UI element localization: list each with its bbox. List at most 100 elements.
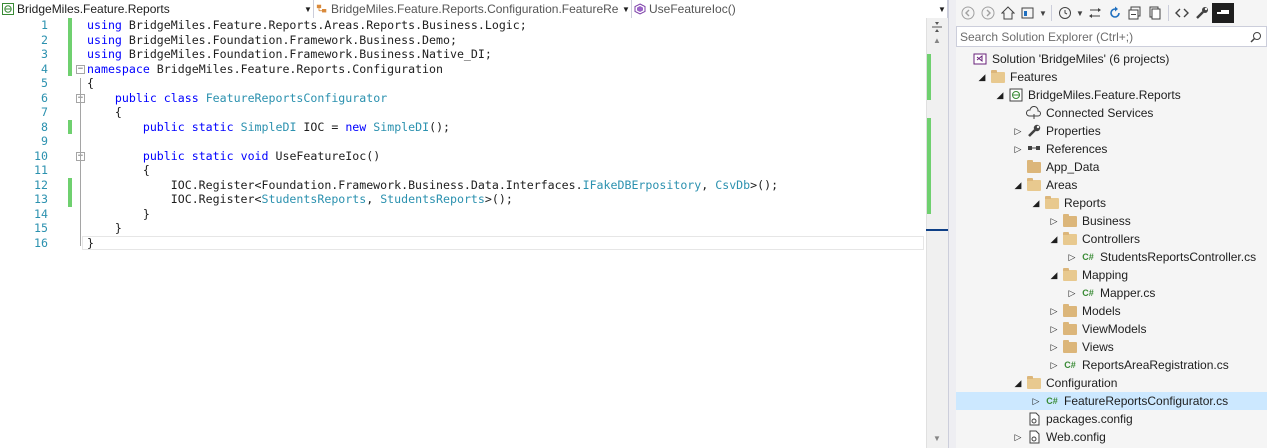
tree-item[interactable]: ▷ Views bbox=[956, 338, 1267, 356]
tree-item[interactable]: ▷ Models bbox=[956, 302, 1267, 320]
tree-item[interactable]: App_Data bbox=[956, 158, 1267, 176]
code-line[interactable]: 7 { bbox=[0, 105, 924, 120]
code-line[interactable]: 11 { bbox=[0, 163, 924, 178]
code-text[interactable]: public static void UseFeatureIoc() bbox=[87, 149, 380, 164]
code-text[interactable]: using BridgeMiles.Foundation.Framework.B… bbox=[87, 33, 457, 48]
tree-item[interactable]: ▷ Web.config bbox=[956, 428, 1267, 446]
code-line[interactable]: 16} bbox=[0, 235, 924, 251]
tree-item[interactable]: Solution 'BridgeMiles' (6 projects) bbox=[956, 50, 1267, 68]
code-line[interactable]: 6− public class FeatureReportsConfigurat… bbox=[0, 91, 924, 106]
search-icon[interactable] bbox=[1248, 29, 1264, 45]
tree-item[interactable]: ◢ Configuration bbox=[956, 374, 1267, 392]
tree-item[interactable]: ◢ Features bbox=[956, 68, 1267, 86]
code-text[interactable]: } bbox=[87, 236, 94, 251]
back-icon[interactable] bbox=[958, 3, 978, 23]
collapse-arrow-icon[interactable]: ◢ bbox=[1012, 176, 1024, 194]
pending-changes-icon[interactable] bbox=[1055, 3, 1075, 23]
code-text[interactable]: IOC.Register<Foundation.Framework.Busine… bbox=[87, 178, 778, 193]
tree-item[interactable]: ▷ C# ReportsAreaRegistration.cs bbox=[956, 356, 1267, 374]
code-line[interactable]: 1 using BridgeMiles.Feature.Reports.Areas… bbox=[0, 18, 924, 33]
expand-arrow-icon[interactable]: ▷ bbox=[1012, 428, 1024, 446]
tree-item[interactable]: ◢ Areas bbox=[956, 176, 1267, 194]
collapse-arrow-icon[interactable]: ◢ bbox=[1048, 230, 1060, 248]
expand-arrow-icon[interactable]: ▷ bbox=[1012, 140, 1024, 158]
code-line[interactable]: 10− public static void UseFeatureIoc() bbox=[0, 149, 924, 164]
solution-explorer-toolbar: ▼ ▼ bbox=[956, 0, 1267, 26]
properties-wrench-icon[interactable] bbox=[1192, 3, 1212, 23]
expand-arrow-icon[interactable]: ▷ bbox=[1030, 392, 1042, 410]
code-text[interactable]: { bbox=[87, 163, 150, 178]
tree-item[interactable]: ◢ Controllers bbox=[956, 230, 1267, 248]
tree-item[interactable]: ▷ C# Mapper.cs bbox=[956, 284, 1267, 302]
code-line[interactable]: 2 using BridgeMiles.Foundation.Framework.… bbox=[0, 32, 924, 48]
expand-arrow-icon[interactable]: ▷ bbox=[1048, 356, 1060, 374]
code-line[interactable]: 12 IOC.Register<Foundation.Framework.Bus… bbox=[0, 177, 924, 193]
split-window-icon[interactable] bbox=[928, 20, 946, 34]
tree-item[interactable]: ▷ Properties bbox=[956, 122, 1267, 140]
code-text[interactable]: } bbox=[87, 207, 150, 222]
code-line[interactable]: 4 − namespace BridgeMiles.Feature.Reports.… bbox=[0, 61, 924, 77]
expand-arrow-icon[interactable]: ▷ bbox=[1048, 212, 1060, 230]
collapse-arrow-icon[interactable]: ◢ bbox=[1048, 266, 1060, 284]
code-text[interactable]: public class FeatureReportsConfigurator bbox=[87, 91, 387, 106]
tree-item[interactable]: ▷ Business bbox=[956, 212, 1267, 230]
code-line[interactable]: 13 IOC.Register<StudentsReports, Student… bbox=[0, 192, 924, 207]
tree-item[interactable]: ◢ BridgeMiles.Feature.Reports bbox=[956, 86, 1267, 104]
code-text[interactable]: public static SimpleDI IOC = new SimpleD… bbox=[87, 120, 450, 135]
scroll-up-icon[interactable]: ▲ bbox=[930, 36, 944, 48]
tree-item[interactable]: Connected Services bbox=[956, 104, 1267, 122]
code-text[interactable]: IOC.Register<StudentsReports, StudentsRe… bbox=[87, 192, 513, 207]
code-token: >(); bbox=[484, 192, 513, 206]
line-number: 3 bbox=[41, 47, 48, 61]
tree-item[interactable]: ▷ C# StudentsReportsController.cs bbox=[956, 248, 1267, 266]
project-dropdown[interactable]: BridgeMiles.Feature.Reports ▼ bbox=[0, 0, 314, 18]
code-line[interactable]: 15 } bbox=[0, 221, 924, 236]
code-text[interactable]: { bbox=[87, 76, 94, 91]
view-code-icon[interactable] bbox=[1172, 3, 1192, 23]
tree-item[interactable]: ▷ C# FeatureReportsConfigurator.cs bbox=[956, 392, 1267, 410]
collapse-outline-icon[interactable]: − bbox=[76, 64, 85, 74]
refresh-icon[interactable] bbox=[1105, 3, 1125, 23]
chevron-down-icon[interactable]: ▼ bbox=[1075, 3, 1085, 23]
code-text[interactable]: { bbox=[87, 105, 122, 120]
code-text[interactable]: } bbox=[87, 221, 122, 236]
solution-explorer-search[interactable]: Search Solution Explorer (Ctrl+;) bbox=[956, 26, 1267, 47]
show-all-files-icon[interactable] bbox=[1145, 3, 1165, 23]
tree-item[interactable]: ◢ Mapping bbox=[956, 266, 1267, 284]
switch-views-icon[interactable] bbox=[1018, 3, 1038, 23]
member-dropdown[interactable]: UseFeatureIoc() ▼ bbox=[632, 0, 948, 18]
expand-arrow-icon[interactable]: ▷ bbox=[1048, 320, 1060, 338]
code-text[interactable]: using BridgeMiles.Feature.Reports.Areas.… bbox=[87, 18, 527, 33]
code-area[interactable]: 1 using BridgeMiles.Feature.Reports.Areas… bbox=[0, 18, 924, 250]
code-line[interactable]: 3 using BridgeMiles.Foundation.Framework.… bbox=[0, 47, 924, 62]
type-dropdown[interactable]: BridgeMiles.Feature.Reports.Configuratio… bbox=[314, 0, 632, 18]
collapse-arrow-icon[interactable]: ◢ bbox=[994, 86, 1006, 104]
code-line[interactable]: 8 public static SimpleDI IOC = new Simpl… bbox=[0, 119, 924, 135]
collapse-arrow-icon[interactable]: ◢ bbox=[1030, 194, 1042, 212]
sync-active-document-icon[interactable] bbox=[1085, 3, 1105, 23]
code-line[interactable]: 14 } bbox=[0, 207, 924, 222]
code-editor[interactable]: BridgeMiles.Feature.Reports ▼ BridgeMile… bbox=[0, 0, 948, 448]
home-icon[interactable] bbox=[998, 3, 1018, 23]
chevron-down-icon[interactable]: ▼ bbox=[1038, 3, 1048, 23]
tree-item[interactable]: ◢ Reports bbox=[956, 194, 1267, 212]
expand-arrow-icon[interactable]: ▷ bbox=[1048, 302, 1060, 320]
collapse-all-icon[interactable] bbox=[1125, 3, 1145, 23]
expand-arrow-icon[interactable]: ▷ bbox=[1066, 248, 1078, 266]
code-line[interactable]: 9 bbox=[0, 134, 924, 149]
collapse-arrow-icon[interactable]: ◢ bbox=[976, 68, 988, 86]
expand-arrow-icon[interactable]: ▷ bbox=[1048, 338, 1060, 356]
forward-icon[interactable] bbox=[978, 3, 998, 23]
tree-item[interactable]: ▷ References bbox=[956, 140, 1267, 158]
expand-arrow-icon[interactable]: ▷ bbox=[1012, 122, 1024, 140]
collapse-arrow-icon[interactable]: ◢ bbox=[1012, 374, 1024, 392]
panel-splitter[interactable] bbox=[948, 0, 956, 448]
tree-item[interactable]: ▷ ViewModels bbox=[956, 320, 1267, 338]
expand-arrow-icon[interactable]: ▷ bbox=[1066, 284, 1078, 302]
scroll-down-icon[interactable]: ▼ bbox=[930, 434, 944, 446]
code-line[interactable]: 5{ bbox=[0, 76, 924, 91]
code-text[interactable]: namespace BridgeMiles.Feature.Reports.Co… bbox=[87, 62, 443, 77]
code-text[interactable]: using BridgeMiles.Foundation.Framework.B… bbox=[87, 47, 492, 62]
tree-item[interactable]: packages.config bbox=[956, 410, 1267, 428]
preview-selected-items-icon[interactable] bbox=[1212, 3, 1234, 23]
